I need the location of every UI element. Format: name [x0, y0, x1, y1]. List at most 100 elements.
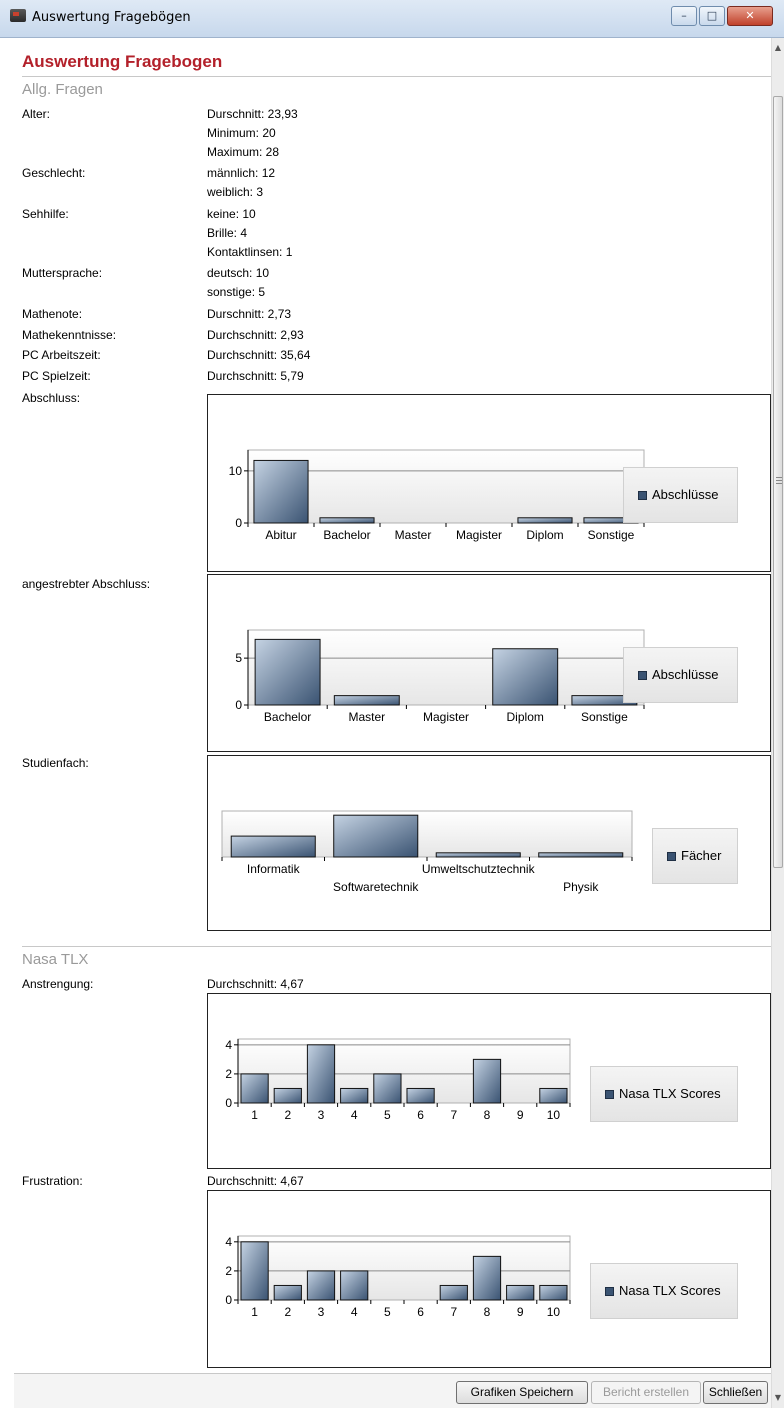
legend-swatch	[667, 852, 676, 861]
create-report-button[interactable]: Bericht erstellen	[591, 1381, 701, 1404]
minimize-button[interactable]: –	[671, 6, 697, 26]
x-tick-label: 2	[284, 1108, 291, 1122]
x-tick-label: 1	[251, 1108, 258, 1122]
bar	[539, 1284, 568, 1301]
label-geschlecht: Geschlecht:	[22, 166, 86, 180]
x-tick-label: Bachelor	[323, 528, 370, 542]
y-tick-label: 0	[225, 1293, 232, 1307]
label-frustration: Frustration:	[22, 1174, 83, 1188]
bar	[253, 459, 309, 524]
x-tick-label: Sonstige	[588, 528, 635, 542]
y-tick-label: 5	[235, 651, 242, 665]
legend-swatch	[638, 491, 647, 500]
maximize-button[interactable]: □	[699, 6, 725, 26]
x-tick-label: 7	[450, 1108, 457, 1122]
y-tick-label: 2	[225, 1067, 232, 1081]
x-tick-label: 8	[484, 1305, 491, 1319]
label-abschluss: Abschluss:	[22, 391, 81, 405]
bar	[439, 1284, 468, 1301]
x-tick-label: Master	[395, 528, 432, 542]
x-tick-label: 6	[417, 1108, 424, 1122]
section-heading-tlx: Nasa TLX	[22, 951, 89, 968]
label-muttersprache: Muttersprache:	[22, 266, 103, 280]
value-muttersprache-de: deutsch: 10	[207, 266, 270, 280]
grip-line	[776, 477, 782, 478]
window-title: Auswertung Fragebögen	[32, 10, 191, 25]
x-tick-label: 3	[318, 1305, 325, 1319]
grip-line	[776, 483, 782, 484]
bar	[406, 1087, 435, 1104]
vertical-scrollbar[interactable]: ▲ ▼	[771, 38, 784, 1408]
label-anstrengung: Anstrengung:	[22, 977, 94, 991]
chart-anstrengung: 0 2 4 1 2 3 4 5 6 7 8 9 10 Nasa TLX Scores	[207, 993, 771, 1169]
bar	[333, 695, 400, 706]
x-tick-label: 8	[484, 1108, 491, 1122]
legend-swatch	[605, 1090, 614, 1099]
label-mathenote: Mathenote:	[22, 307, 83, 321]
x-tick-label: Physik	[563, 880, 599, 894]
x-tick-label: 6	[417, 1305, 424, 1319]
bar	[240, 1073, 269, 1104]
x-tick-label: 4	[351, 1305, 358, 1319]
title-divider	[22, 76, 771, 77]
value-anstrengung: Durchschnitt: 4,67	[207, 977, 304, 991]
x-tick-label: Master	[348, 710, 385, 724]
value-pc-arbeitszeit: Durchschnitt: 35,64	[207, 348, 311, 362]
bar	[340, 1270, 369, 1301]
bar	[539, 1087, 568, 1104]
value-sehhilfe-brille: Brille: 4	[207, 226, 248, 240]
chart-legend: Abschlüsse	[623, 467, 738, 523]
value-muttersprache-other: sonstige: 5	[207, 285, 266, 299]
bar	[472, 1255, 502, 1301]
label-mathekenntnisse: Mathekenntnisse:	[22, 328, 117, 342]
chart-abschluss: 0 10 Abitur Bachelor Master Magister Diplom Son…	[207, 394, 771, 572]
x-tick-label: 3	[318, 1108, 325, 1122]
y-tick-label: 4	[225, 1235, 232, 1249]
value-alter-max: Maximum: 28	[207, 145, 280, 159]
legend-label: Nasa TLX Scores	[619, 1086, 721, 1101]
label-studienfach: Studienfach:	[22, 756, 89, 770]
section-heading-general: Allg. Fragen	[22, 81, 103, 98]
bar	[435, 852, 521, 858]
bar	[273, 1087, 302, 1104]
section-divider	[22, 946, 771, 947]
value-geschlecht-m: männlich: 12	[207, 166, 276, 180]
value-mathenote: Durschnitt: 2,73	[207, 307, 292, 321]
x-tick-label: 9	[517, 1108, 524, 1122]
bar	[306, 1044, 336, 1104]
bar	[506, 1284, 535, 1301]
value-pc-spielzeit: Durchschnitt: 5,79	[207, 369, 304, 383]
label-pc-arbeitszeit: PC Arbeitszeit:	[22, 348, 101, 362]
y-tick-label: 0	[235, 516, 242, 530]
x-tick-label: Magister	[423, 710, 469, 724]
scrollbar-thumb[interactable]	[773, 96, 783, 868]
x-tick-label: 7	[450, 1305, 457, 1319]
y-tick-label: 0	[235, 698, 242, 712]
legend-label: Fächer	[681, 848, 722, 863]
bar	[333, 814, 419, 858]
x-tick-label: 10	[547, 1108, 561, 1122]
x-tick-label: 4	[351, 1108, 358, 1122]
y-tick-label: 4	[225, 1038, 232, 1052]
close-button[interactable]: Schließen	[703, 1381, 768, 1404]
label-angestrebter-abschluss: angestrebter Abschluss:	[22, 577, 151, 591]
x-tick-label: Bachelor	[264, 710, 311, 724]
chart-legend: Nasa TLX Scores	[590, 1263, 738, 1319]
app-icon	[10, 9, 26, 22]
bar	[230, 835, 316, 858]
legend-label: Abschlüsse	[652, 487, 719, 502]
bar	[373, 1073, 402, 1104]
chart-frustration: 0 2 4 1 2 3 4 5 6 7 8 9 10 Nasa TLX Scores	[207, 1190, 771, 1368]
y-tick-label: 10	[229, 464, 243, 478]
close-window-button[interactable]: ✕	[727, 6, 773, 26]
scroll-down-arrow-icon[interactable]: ▼	[772, 1390, 784, 1406]
chart-legend: Fächer	[652, 828, 738, 884]
y-tick-label: 2	[225, 1264, 232, 1278]
x-tick-label: Sonstige	[581, 710, 628, 724]
save-charts-button[interactable]: Grafiken Speichern	[456, 1381, 588, 1404]
bar	[472, 1058, 502, 1104]
x-tick-label: Diplom	[526, 528, 563, 542]
scroll-up-arrow-icon[interactable]: ▲	[772, 40, 784, 56]
legend-swatch	[605, 1287, 614, 1296]
bar	[240, 1241, 269, 1301]
